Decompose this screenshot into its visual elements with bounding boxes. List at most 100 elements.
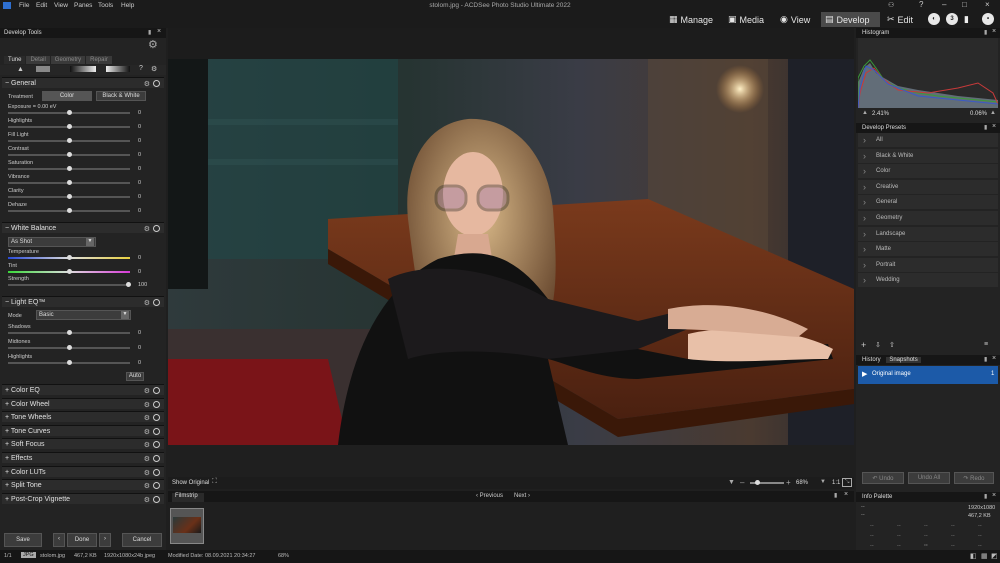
preset-item[interactable]: General — [858, 195, 998, 210]
zoom-slider[interactable] — [750, 480, 784, 485]
preset-item[interactable]: Matte — [858, 242, 998, 257]
pin-icon[interactable]: ▮ — [984, 124, 987, 131]
slider-knob[interactable] — [67, 138, 72, 143]
slider-track[interactable] — [8, 152, 130, 157]
section-collapsed[interactable]: + Effects ⚙ — [2, 452, 164, 463]
slider-track[interactable] — [8, 138, 130, 143]
add-preset-icon[interactable]: + — [861, 340, 866, 350]
tab-tune[interactable]: Tune — [4, 56, 26, 64]
tab-geometry[interactable]: Geometry — [50, 56, 86, 64]
section-reset-icon[interactable] — [153, 441, 160, 449]
undo-all-button[interactable]: Undo All — [908, 472, 950, 484]
close-icon[interactable]: × — [985, 0, 990, 9]
section-reset-icon[interactable] — [153, 495, 160, 503]
main-image[interactable] — [168, 59, 854, 445]
slider-knob[interactable] — [67, 194, 72, 199]
close-history-icon[interactable]: × — [992, 355, 996, 362]
warning-icon[interactable]: ▲ — [17, 66, 24, 73]
pin-icon[interactable]: ▮ — [984, 493, 987, 500]
section-gear-icon[interactable]: ⚙ — [144, 496, 150, 504]
section-reset-icon[interactable] — [153, 482, 160, 490]
zoom-slider-knob[interactable] — [755, 480, 760, 485]
slider-knob[interactable] — [67, 330, 72, 335]
preset-menu-icon[interactable]: ≡ — [984, 341, 988, 348]
section-collapsed[interactable]: + Post-Crop Vignette ⚙ — [2, 492, 164, 504]
section-reset-icon[interactable] — [153, 468, 160, 476]
section-reset-icon[interactable] — [153, 299, 160, 306]
section-gear-icon[interactable]: ⚙ — [144, 414, 150, 422]
notification-icon[interactable]: • — [982, 13, 994, 25]
section-gear-icon[interactable]: ⚙ — [144, 225, 150, 233]
color-treatment-button[interactable]: Color — [42, 91, 92, 101]
mode-edit-button[interactable]: ✂ Edit — [883, 12, 917, 27]
section-collapsed[interactable]: + Color EQ ⚙ — [2, 384, 164, 395]
actual-size-button[interactable]: 1:1 — [832, 480, 840, 486]
slider-knob[interactable] — [67, 166, 72, 171]
slider-knob[interactable] — [67, 360, 72, 365]
section-white-balance[interactable]: − White Balance ⚙ — [2, 222, 164, 233]
highlight-clip-icon[interactable]: ▲ — [990, 110, 996, 116]
section-reset-icon[interactable] — [153, 455, 160, 462]
gradient-reverse-icon[interactable] — [106, 66, 130, 72]
section-gear-icon[interactable]: ⚙ — [144, 401, 150, 409]
slider-track[interactable] — [8, 345, 130, 350]
section-gear-icon[interactable]: ⚙ — [144, 482, 150, 490]
stats-icon[interactable]: ▮ — [964, 14, 969, 25]
history-item[interactable]: ▶ Original image 1 — [858, 366, 998, 384]
view-mode-icon[interactable]: ◧ — [970, 552, 977, 560]
slider-knob[interactable] — [67, 345, 72, 350]
save-button[interactable]: Save — [4, 533, 42, 547]
section-collapsed[interactable]: + Tone Curves ⚙ — [2, 424, 164, 436]
preset-item[interactable]: Portrait — [858, 257, 998, 272]
layout-icon[interactable]: ◩ — [991, 552, 998, 560]
preset-item[interactable]: Creative — [858, 179, 998, 194]
next-image-button[interactable]: › — [99, 533, 111, 547]
done-button[interactable]: Done — [67, 533, 97, 547]
slider-track[interactable] — [8, 166, 130, 171]
slider-track[interactable] — [8, 110, 130, 115]
help-circle-icon[interactable]: ? — [139, 65, 143, 72]
zoom-dropdown-icon[interactable]: ▼ — [728, 479, 735, 486]
slider-knob[interactable] — [67, 110, 72, 115]
close-panel-icon[interactable]: × — [157, 28, 161, 35]
section-gear-icon[interactable]: ⚙ — [144, 428, 150, 436]
auto-button[interactable]: Auto — [126, 372, 144, 381]
zoom-out-icon[interactable]: – — [740, 478, 744, 487]
section-reset-icon[interactable] — [153, 80, 160, 87]
slider-track[interactable] — [8, 208, 130, 213]
gear-icon[interactable]: ⚙ — [151, 65, 157, 73]
next-button[interactable]: Next › — [514, 493, 530, 499]
section-general[interactable]: − General ⚙ — [2, 77, 164, 88]
mode-manage-button[interactable]: ▦ Manage — [665, 12, 717, 27]
close-filmstrip-icon[interactable]: × — [844, 491, 848, 498]
preset-item[interactable]: Black & White — [858, 148, 998, 163]
history-tab[interactable]: History — [862, 357, 881, 363]
section-reset-icon[interactable] — [153, 400, 160, 408]
section-gear-icon[interactable]: ⚙ — [144, 455, 150, 463]
import-preset-icon[interactable]: ⇩ — [875, 341, 881, 349]
slider-track[interactable] — [8, 360, 130, 365]
prev-image-button[interactable]: ‹ — [53, 533, 65, 547]
section-reset-icon[interactable] — [153, 225, 160, 232]
pin-icon[interactable]: ▮ — [148, 29, 151, 36]
preset-item[interactable]: Landscape — [858, 226, 998, 241]
slider-knob[interactable] — [67, 208, 72, 213]
lighteq-mode-select[interactable]: Basic ▼ — [36, 310, 131, 320]
preset-item[interactable]: All — [858, 133, 998, 147]
mode-media-button[interactable]: ▣ Media — [724, 12, 768, 27]
gradient-icon[interactable] — [70, 66, 96, 72]
preset-item[interactable]: Geometry — [858, 211, 998, 225]
levels-icon[interactable] — [36, 66, 50, 72]
slider-knob[interactable] — [67, 152, 72, 157]
fit-window-icon[interactable]: ⤡ — [842, 478, 852, 487]
close-histogram-icon[interactable]: × — [992, 28, 996, 35]
preset-item[interactable]: Wedding — [858, 273, 998, 288]
slider-knob[interactable] — [67, 180, 72, 185]
undo-button[interactable]: ↶ Undo — [862, 472, 904, 484]
section-light-eq[interactable]: − Light EQ™ ⚙ — [2, 296, 164, 307]
slider-knob[interactable] — [67, 255, 72, 260]
tab-repair[interactable]: Repair — [86, 56, 112, 64]
section-gear-icon[interactable]: ⚙ — [144, 299, 150, 307]
slider-track[interactable] — [8, 180, 130, 185]
slider-track[interactable] — [8, 282, 131, 287]
